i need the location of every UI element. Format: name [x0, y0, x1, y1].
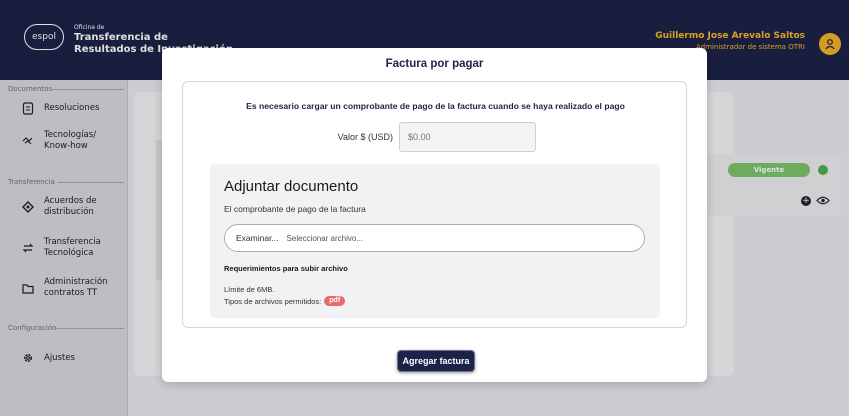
attach-title: Adjuntar documento: [224, 178, 359, 195]
file-input[interactable]: Examinar... Seleccionar archivo...: [224, 224, 645, 252]
attach-section: Adjuntar documento El comprobante de pag…: [210, 164, 660, 318]
pdf-badge: pdf: [324, 296, 346, 306]
valor-label: Valor $ (USD): [337, 132, 393, 142]
valor-input[interactable]: [399, 122, 536, 152]
modal-card: Es necesario cargar un comprobante de pa…: [182, 81, 687, 328]
requirements-title: Requerimientos para subir archivo: [224, 264, 348, 273]
allowed-types: Tipos de archivos permitidos: pdf: [224, 296, 346, 306]
attach-subtitle: El comprobante de pago de la factura: [224, 204, 366, 214]
file-placeholder: Seleccionar archivo...: [286, 233, 364, 243]
invoice-modal: Factura por pagar Es necesario cargar un…: [162, 48, 707, 382]
allowed-types-label: Tipos de archivos permitidos:: [224, 296, 322, 306]
modal-title: Factura por pagar: [385, 58, 484, 70]
add-invoice-button[interactable]: Agregar factura: [397, 350, 475, 372]
payment-notice: Es necesario cargar un comprobante de pa…: [246, 101, 625, 111]
size-limit: Límite de 6MB.: [224, 285, 275, 294]
browse-button[interactable]: Examinar...: [236, 233, 279, 243]
